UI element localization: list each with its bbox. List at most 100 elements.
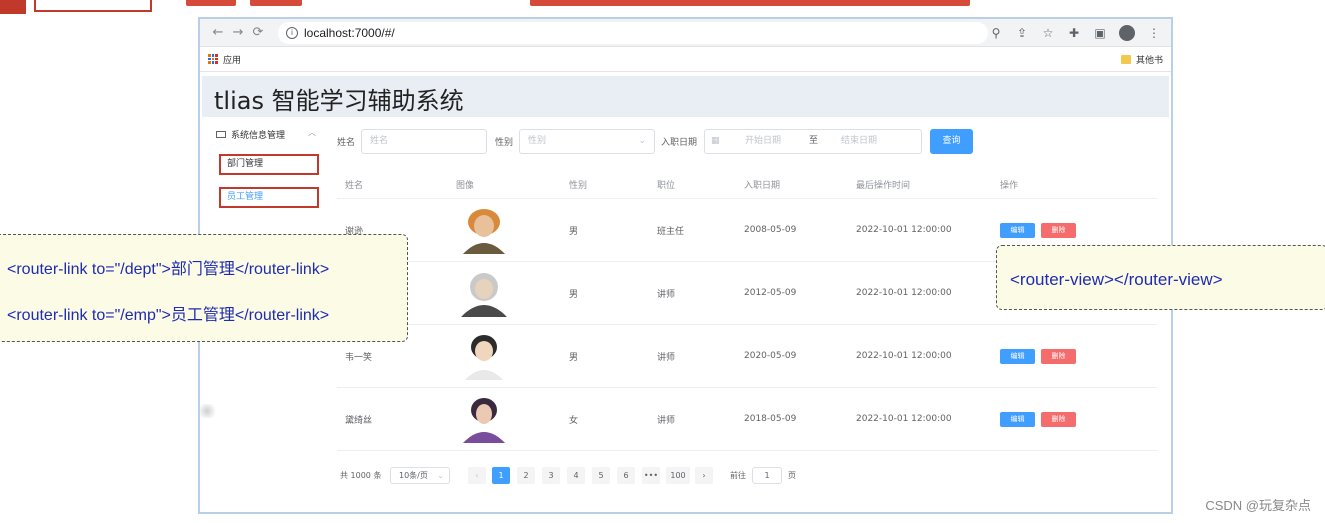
bookmarks-bar: 应用 其他书	[200, 47, 1171, 72]
menu-group-header[interactable]: 系统信息管理	[216, 128, 285, 141]
callout-emp-link: <router-link to="/emp">员工管理</router-link…	[7, 307, 330, 324]
th-gender: 性别	[569, 181, 588, 191]
side-panel-icon[interactable]: ▣	[1093, 26, 1107, 40]
name-label: 姓名	[337, 138, 356, 148]
cell-job: 讲师	[657, 289, 676, 300]
goto-input[interactable]: 1	[752, 467, 782, 484]
page-size-value: 10条/页	[399, 471, 428, 480]
page-suffix: 页	[788, 471, 796, 480]
back-arrow-icon[interactable]: ←	[208, 25, 228, 40]
end-date-placeholder: 结束日期	[841, 136, 878, 146]
callout-dept-link: <router-link to="/dept">部门管理</router-lin…	[7, 261, 330, 278]
cell-image	[453, 325, 515, 387]
edit-button[interactable]: 编辑	[1000, 348, 1035, 364]
apps-grid-icon[interactable]	[208, 54, 218, 64]
info-icon[interactable]: i	[286, 26, 298, 39]
cell-updated: 2022-10-01 12:00:00	[856, 414, 952, 424]
th-updated: 最后操作时间	[856, 181, 911, 191]
extensions-icon[interactable]: ✚	[1067, 26, 1081, 40]
delete-button[interactable]: 删除	[1041, 411, 1076, 427]
bookmark-apps[interactable]: 应用	[223, 53, 241, 66]
slide-header-fragment	[0, 0, 1325, 14]
edit-button[interactable]: 编辑	[1000, 411, 1035, 427]
chevron-up-icon[interactable]: ︿	[308, 127, 316, 138]
share-icon[interactable]: ⇪	[1015, 26, 1029, 40]
slide-red-tab	[0, 0, 26, 14]
forward-arrow-icon[interactable]: →	[228, 25, 248, 40]
avatar-image	[463, 209, 505, 254]
cell-updated: 2022-10-01 12:00:00	[856, 351, 952, 361]
filter-bar: 姓名 姓名 性别 性别 ⌄ 入职日期 ▦ 开始日期 至 结束日期 查询	[337, 125, 1157, 155]
pagination: 共 1000 条 10条/页 ⌄ ‹ 1 2 3 4 5 6 ••• 100 ›…	[340, 467, 1160, 487]
th-job: 职位	[657, 181, 676, 191]
bookmark-other[interactable]: 其他书	[1136, 53, 1163, 66]
cell-job: 讲师	[657, 415, 676, 426]
folder-icon	[1120, 54, 1131, 64]
cell-gender: 男	[569, 226, 579, 237]
cell-gender: 男	[569, 352, 579, 363]
cell-entry-date: 2018-05-09	[744, 414, 797, 424]
page-button-1[interactable]: 1	[492, 467, 510, 484]
query-button[interactable]: 查询	[930, 129, 973, 154]
th-entry-date: 入职日期	[744, 181, 781, 191]
chevron-down-icon: ⌄	[437, 471, 444, 480]
page-size-select[interactable]: 10条/页 ⌄	[390, 467, 450, 484]
callout-router-view: <router-view></router-view>	[1010, 270, 1223, 289]
cell-actions: 编辑 删除	[1000, 388, 1082, 450]
page-button-4[interactable]: 4	[567, 467, 585, 484]
page-button-3[interactable]: 3	[542, 467, 560, 484]
gender-select[interactable]: 性别 ⌄	[519, 129, 655, 154]
slide-title-fragment	[186, 0, 236, 6]
total-count: 共 1000 条	[340, 471, 382, 480]
image-smudge	[196, 404, 218, 418]
cell-updated: 2022-10-01 12:00:00	[856, 288, 952, 298]
delete-button[interactable]: 删除	[1041, 348, 1076, 364]
page-button-6[interactable]: 6	[617, 467, 635, 484]
range-separator: 至	[809, 136, 819, 146]
th-image: 图像	[456, 181, 475, 191]
table-row: 黛绮丝 女 讲师 2018-05-09 2022-10-01 12:00:00 …	[337, 388, 1157, 451]
slide-title-fragment	[530, 0, 970, 6]
date-range-picker[interactable]: ▦ 开始日期 至 结束日期	[704, 129, 922, 154]
csdn-watermark: CSDN @玩复杂点	[1205, 498, 1311, 513]
page-button-2[interactable]: 2	[517, 467, 535, 484]
address-bar[interactable]: i localhost:7000/#/	[278, 21, 988, 44]
calendar-icon: ▦	[711, 136, 720, 146]
screenshot-stage: ← → ⟳ i localhost:7000/#/ ⚲ ⇪ ☆ ✚ ▣ ⋮ 应用	[0, 0, 1325, 523]
th-actions: 操作	[1000, 181, 1019, 191]
start-date-placeholder: 开始日期	[745, 136, 782, 146]
menu-item-dept[interactable]: 部门管理	[219, 154, 319, 175]
page-button-100[interactable]: 100	[666, 467, 690, 484]
cell-image	[453, 262, 515, 324]
profile-avatar[interactable]	[1119, 24, 1135, 41]
router-view-callout: <router-view></router-view>	[996, 245, 1325, 310]
entry-date-label: 入职日期	[661, 138, 698, 148]
cell-actions: 编辑 删除	[1000, 325, 1082, 387]
chevron-down-icon: ⌄	[638, 136, 646, 146]
cell-entry-date: 2020-05-09	[744, 351, 797, 361]
page-button-5[interactable]: 5	[592, 467, 610, 484]
edit-button[interactable]: 编辑	[1000, 222, 1035, 238]
reload-icon[interactable]: ⟳	[248, 25, 268, 40]
gender-label: 性别	[495, 138, 514, 148]
cell-job: 讲师	[657, 352, 676, 363]
page-ellipsis-button[interactable]: •••	[642, 467, 660, 484]
more-menu-icon[interactable]: ⋮	[1147, 26, 1161, 40]
table-header: 姓名 图像 性别 职位 入职日期 最后操作时间 操作	[337, 171, 1157, 199]
th-name: 姓名	[345, 181, 364, 191]
delete-button[interactable]: 删除	[1041, 222, 1076, 238]
star-icon[interactable]: ☆	[1041, 26, 1055, 40]
zoom-icon[interactable]: ⚲	[989, 26, 1003, 40]
prev-page-button[interactable]: ‹	[468, 467, 486, 484]
gender-placeholder: 性别	[528, 136, 547, 146]
url-text: localhost:7000/#/	[304, 25, 395, 40]
name-input[interactable]: 姓名	[361, 129, 487, 154]
cell-entry-date: 2012-05-09	[744, 288, 797, 298]
cell-job: 班主任	[657, 226, 685, 237]
router-link-callout: <router-link to="/dept">部门管理</router-lin…	[0, 234, 408, 342]
menu-item-emp[interactable]: 员工管理	[219, 187, 319, 208]
next-page-button[interactable]: ›	[695, 467, 713, 484]
app-header: tlias 智能学习辅助系统	[202, 76, 1169, 117]
avatar-image	[461, 273, 507, 317]
cell-name: 黛绮丝	[345, 415, 373, 426]
